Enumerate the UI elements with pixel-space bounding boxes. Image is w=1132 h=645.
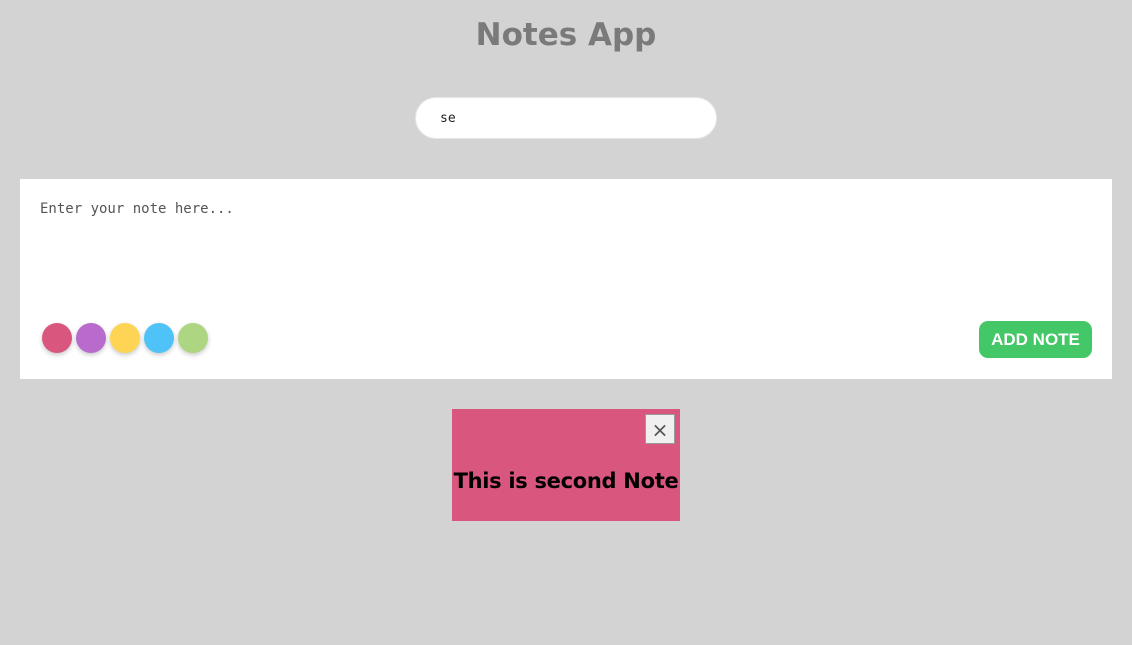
app-title: Notes App [475,17,657,53]
color-swatch-pink[interactable] [42,323,72,353]
color-swatch-blue[interactable] [144,323,174,353]
search-input[interactable] [415,97,717,139]
note-card: This is second Note [452,409,680,521]
color-picker [42,323,208,353]
close-icon [654,424,666,437]
note-textarea[interactable] [38,197,1088,317]
color-swatch-purple[interactable] [76,323,106,353]
note-text: This is second Note [453,469,679,493]
add-note-button[interactable]: ADD NOTE [979,321,1092,358]
color-swatch-yellow[interactable] [110,323,140,353]
note-close-button[interactable] [645,414,675,444]
color-swatch-green[interactable] [178,323,208,353]
note-composer: ADD NOTE [20,179,1112,379]
